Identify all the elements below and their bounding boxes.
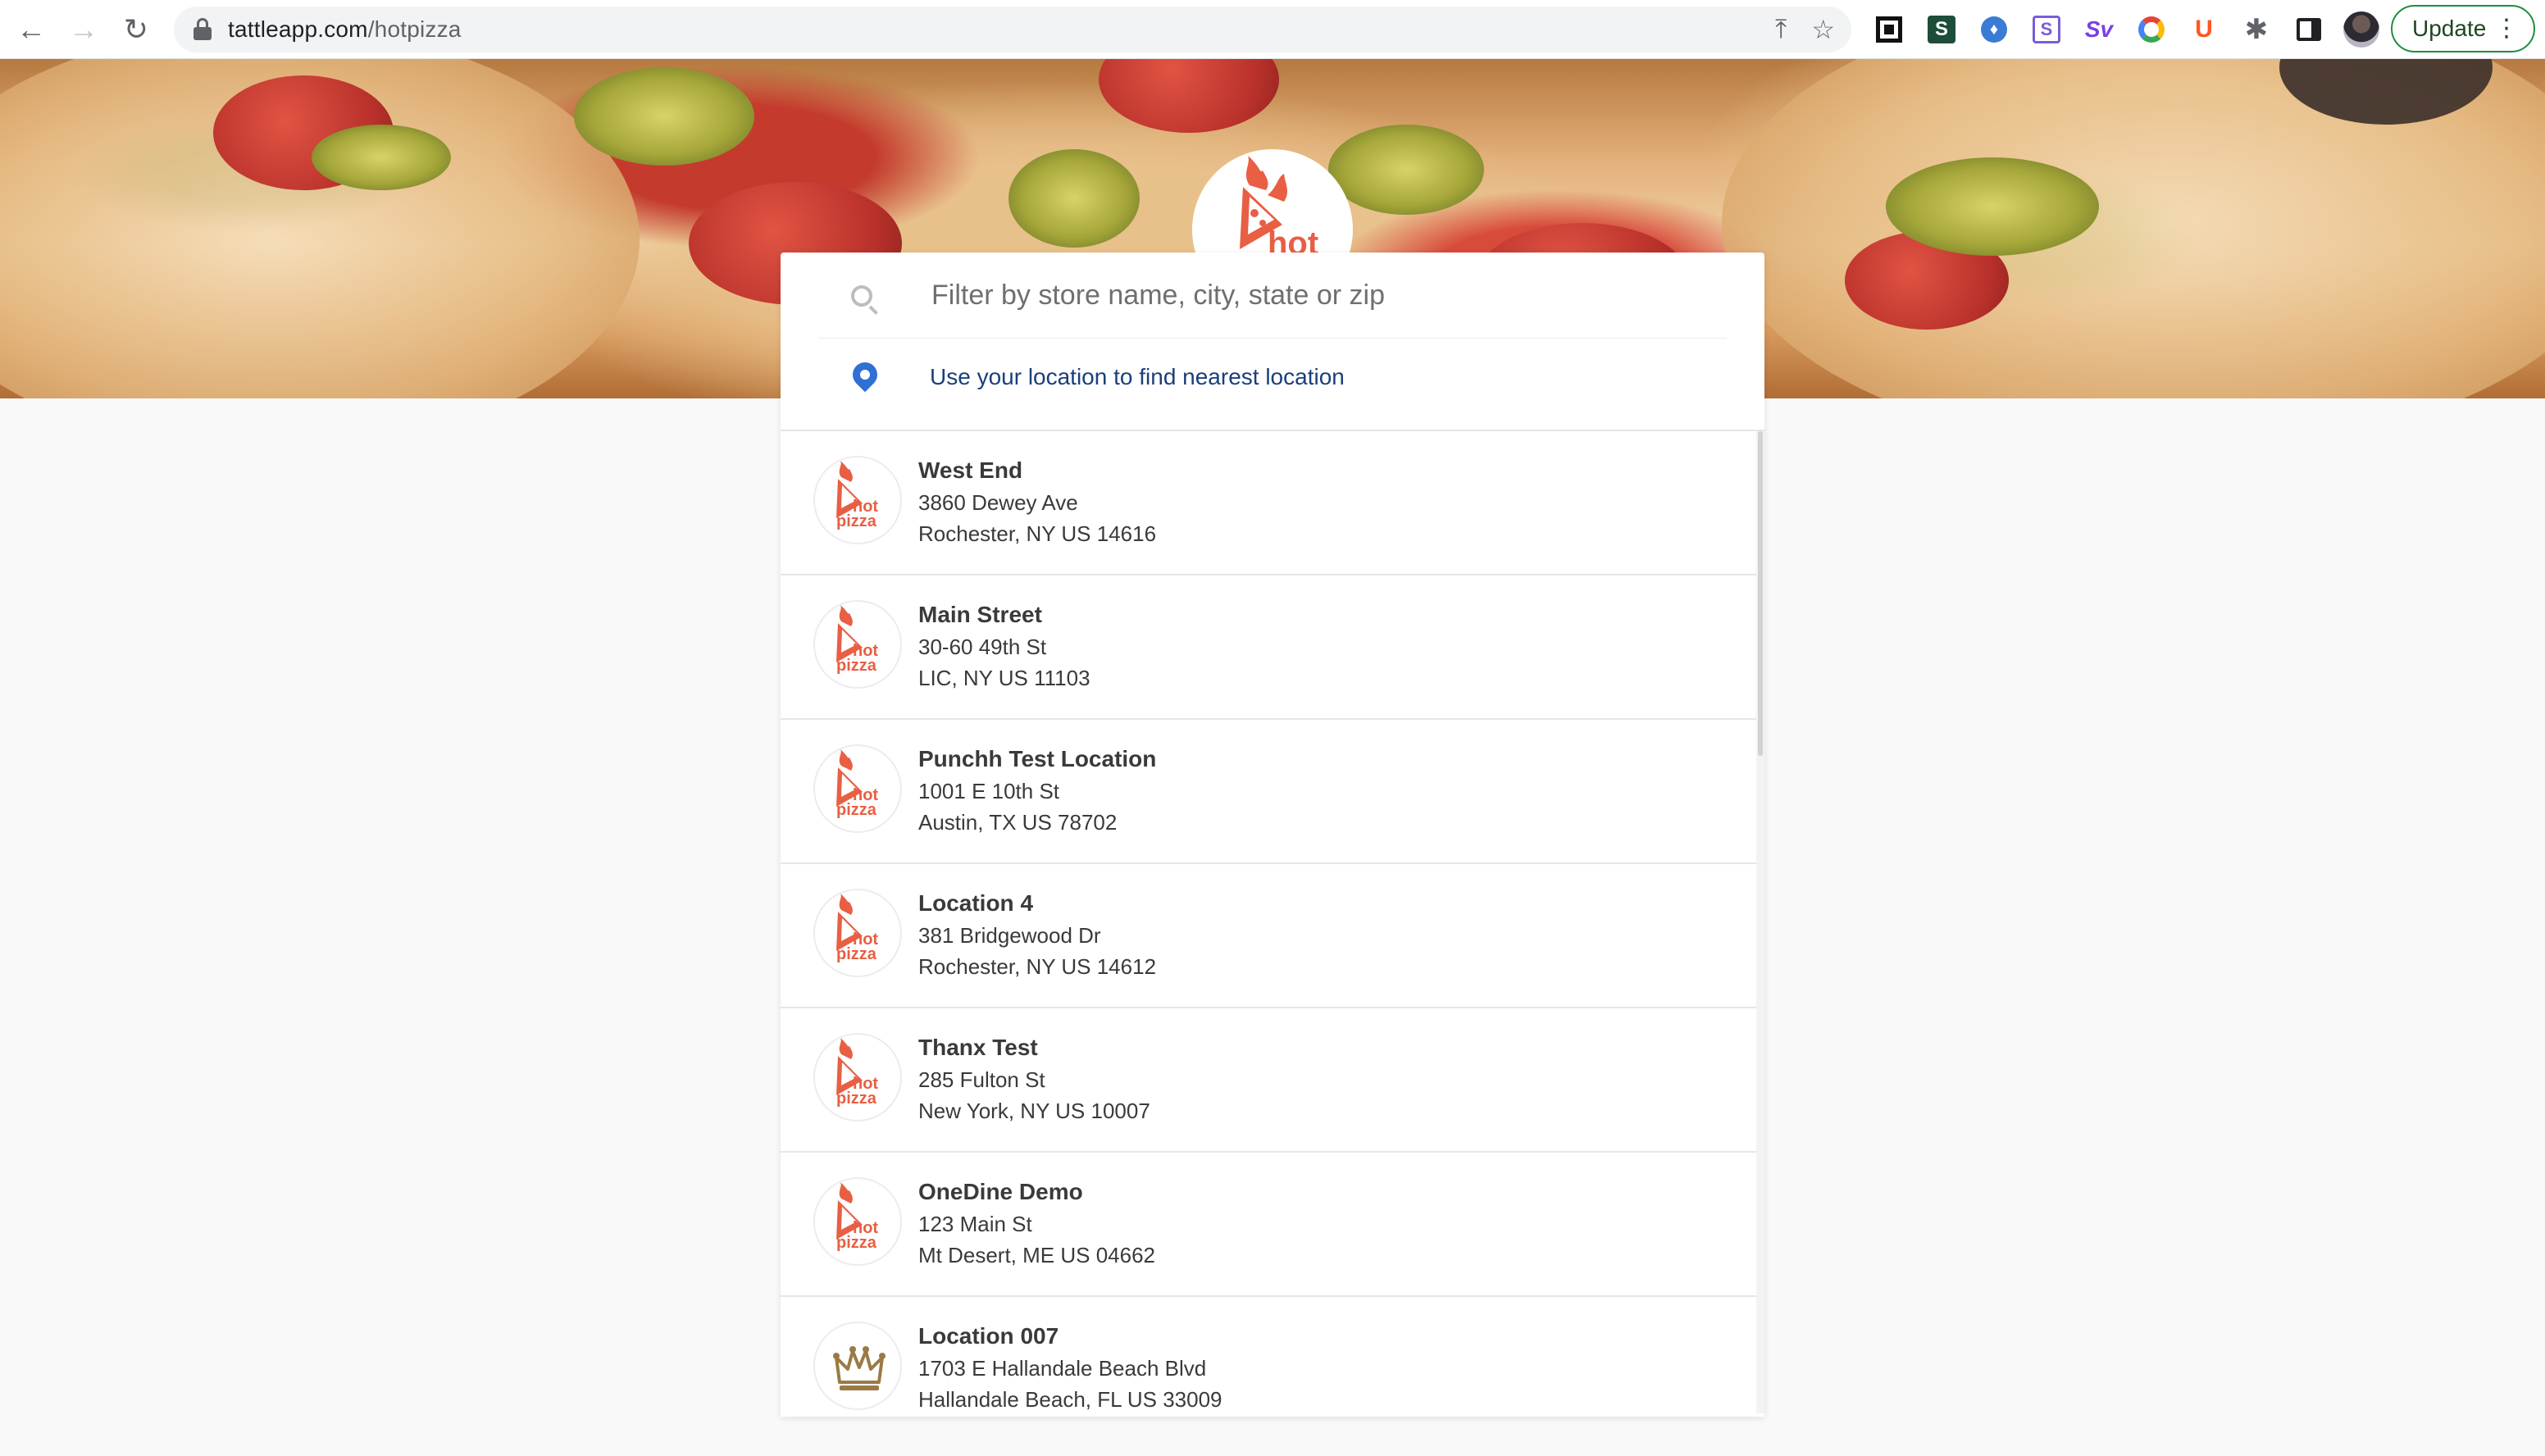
- location-street: 1001 E 10th St: [918, 779, 1060, 803]
- location-item[interactable]: hot pizza Thanx Test 285 Fulton St New Y…: [781, 1008, 1756, 1153]
- location-item[interactable]: hot pizza Punchh Test Location 1001 E 10…: [781, 720, 1756, 864]
- hot-pizza-logo-icon: hot pizza: [813, 1177, 902, 1266]
- hot-pizza-logo-icon: hot pizza: [813, 744, 902, 833]
- map-pin-icon: [847, 357, 883, 393]
- use-location-button[interactable]: Use your location to find nearest locati…: [781, 339, 1764, 416]
- location-street: 123 Main St: [918, 1212, 1032, 1236]
- more-vert-icon[interactable]: ⋮: [2494, 13, 2519, 44]
- location-item[interactable]: Location 007 1703 E Hallandale Beach Blv…: [781, 1297, 1756, 1413]
- logo-word-pizza: pizza: [836, 1090, 877, 1108]
- url-text[interactable]: tattleapp.com/hotpizza: [228, 16, 462, 43]
- location-street: 285 Fulton St: [918, 1067, 1045, 1092]
- location-item[interactable]: hot pizza OneDine Demo 123 Main St Mt De…: [781, 1153, 1756, 1297]
- square-ext-icon[interactable]: [1871, 11, 1907, 48]
- side-panel-icon[interactable]: [2291, 11, 2327, 48]
- update-label: Update: [2412, 16, 2487, 41]
- logo-word-pizza: pizza: [836, 1234, 877, 1252]
- location-name: Thanx Test: [918, 1035, 1038, 1060]
- location-street: 30-60 49th St: [918, 635, 1047, 659]
- hot-pizza-logo-icon: hot pizza: [813, 600, 902, 689]
- s-box-ext-icon[interactable]: S: [2028, 11, 2065, 48]
- update-button[interactable]: Update ⋮: [2391, 5, 2535, 52]
- location-city-line: LIC, NY US 11103: [918, 666, 1090, 690]
- list-scrollbar[interactable]: [1756, 431, 1764, 1413]
- address-bar[interactable]: tattleapp.com/hotpizza ⤒ ☆: [174, 7, 1851, 52]
- url-host: tattleapp.com: [228, 16, 368, 42]
- scrollbar-thumb[interactable]: [1758, 431, 1763, 756]
- location-city-line: Hallandale Beach, FL US 33009: [918, 1387, 1222, 1412]
- logo-word-pizza: pizza: [836, 512, 877, 530]
- logo-word-pizza: pizza: [836, 801, 877, 819]
- u-ext-icon[interactable]: U: [2186, 11, 2222, 48]
- location-name: OneDine Demo: [918, 1179, 1083, 1204]
- location-city-line: Austin, TX US 78702: [918, 810, 1118, 835]
- bookmark-star-icon[interactable]: ☆: [1811, 14, 1835, 45]
- share-icon[interactable]: ⤒: [1775, 14, 1787, 45]
- hot-pizza-logo-icon: hot pizza: [813, 889, 902, 977]
- location-city-line: New York, NY US 10007: [918, 1099, 1150, 1123]
- avatar[interactable]: [2343, 11, 2379, 48]
- location-item[interactable]: hot pizza Main Street 30-60 49th St LIC,…: [781, 576, 1756, 720]
- location-name: West End: [918, 457, 1023, 483]
- location-city-line: Rochester, NY US 14612: [918, 954, 1157, 979]
- browser-toolbar: ← → ↻ tattleapp.com/hotpizza ⤒ ☆ S ♦ S S…: [0, 0, 2545, 59]
- extensions-bar: S ♦ S Sv U ✱: [1871, 10, 2379, 49]
- location-street: 1703 E Hallandale Beach Blvd: [918, 1356, 1207, 1381]
- drop-ext-icon[interactable]: ♦: [1976, 11, 2012, 48]
- sv-ext-icon[interactable]: Sv: [2081, 11, 2117, 48]
- location-name: Punchh Test Location: [918, 746, 1157, 771]
- lock-icon[interactable]: [193, 18, 212, 41]
- store-locator-card: Use your location to find nearest locati…: [781, 253, 1764, 1417]
- search-row: [781, 253, 1764, 338]
- logo-word-pizza: pizza: [836, 657, 877, 675]
- location-street: 381 Bridgewood Dr: [918, 923, 1101, 948]
- location-city-line: Rochester, NY US 14616: [918, 521, 1157, 546]
- back-arrow-icon[interactable]: ←: [5, 3, 57, 56]
- location-name: Main Street: [918, 602, 1042, 627]
- hot-pizza-logo-icon: hot pizza: [813, 456, 902, 544]
- hot-pizza-logo-icon: hot pizza: [813, 1033, 902, 1122]
- crown-icon: [813, 1322, 902, 1410]
- location-item[interactable]: hot pizza Location 4 381 Bridgewood Dr R…: [781, 864, 1756, 1008]
- location-list[interactable]: hot pizza West End 3860 Dewey Ave Roches…: [781, 431, 1756, 1413]
- location-city-line: Mt Desert, ME US 04662: [918, 1243, 1155, 1267]
- reload-icon[interactable]: ↻: [110, 3, 162, 56]
- location-street: 3860 Dewey Ave: [918, 490, 1078, 515]
- location-name: Location 007: [918, 1323, 1059, 1349]
- forward-arrow-icon[interactable]: →: [57, 3, 110, 56]
- divider: [818, 338, 1727, 339]
- puzzle-icon[interactable]: ✱: [2238, 11, 2274, 48]
- location-name: Location 4: [918, 890, 1034, 916]
- logo-word-pizza: pizza: [836, 945, 877, 963]
- location-item[interactable]: hot pizza West End 3860 Dewey Ave Roches…: [781, 431, 1756, 576]
- search-input[interactable]: [930, 272, 1717, 318]
- url-path: /hotpizza: [367, 16, 462, 42]
- search-icon: [851, 285, 872, 307]
- use-location-label: Use your location to find nearest locati…: [930, 364, 1345, 389]
- ring-ext-icon[interactable]: [2133, 11, 2169, 48]
- s-dark-ext-icon[interactable]: S: [1924, 11, 1960, 48]
